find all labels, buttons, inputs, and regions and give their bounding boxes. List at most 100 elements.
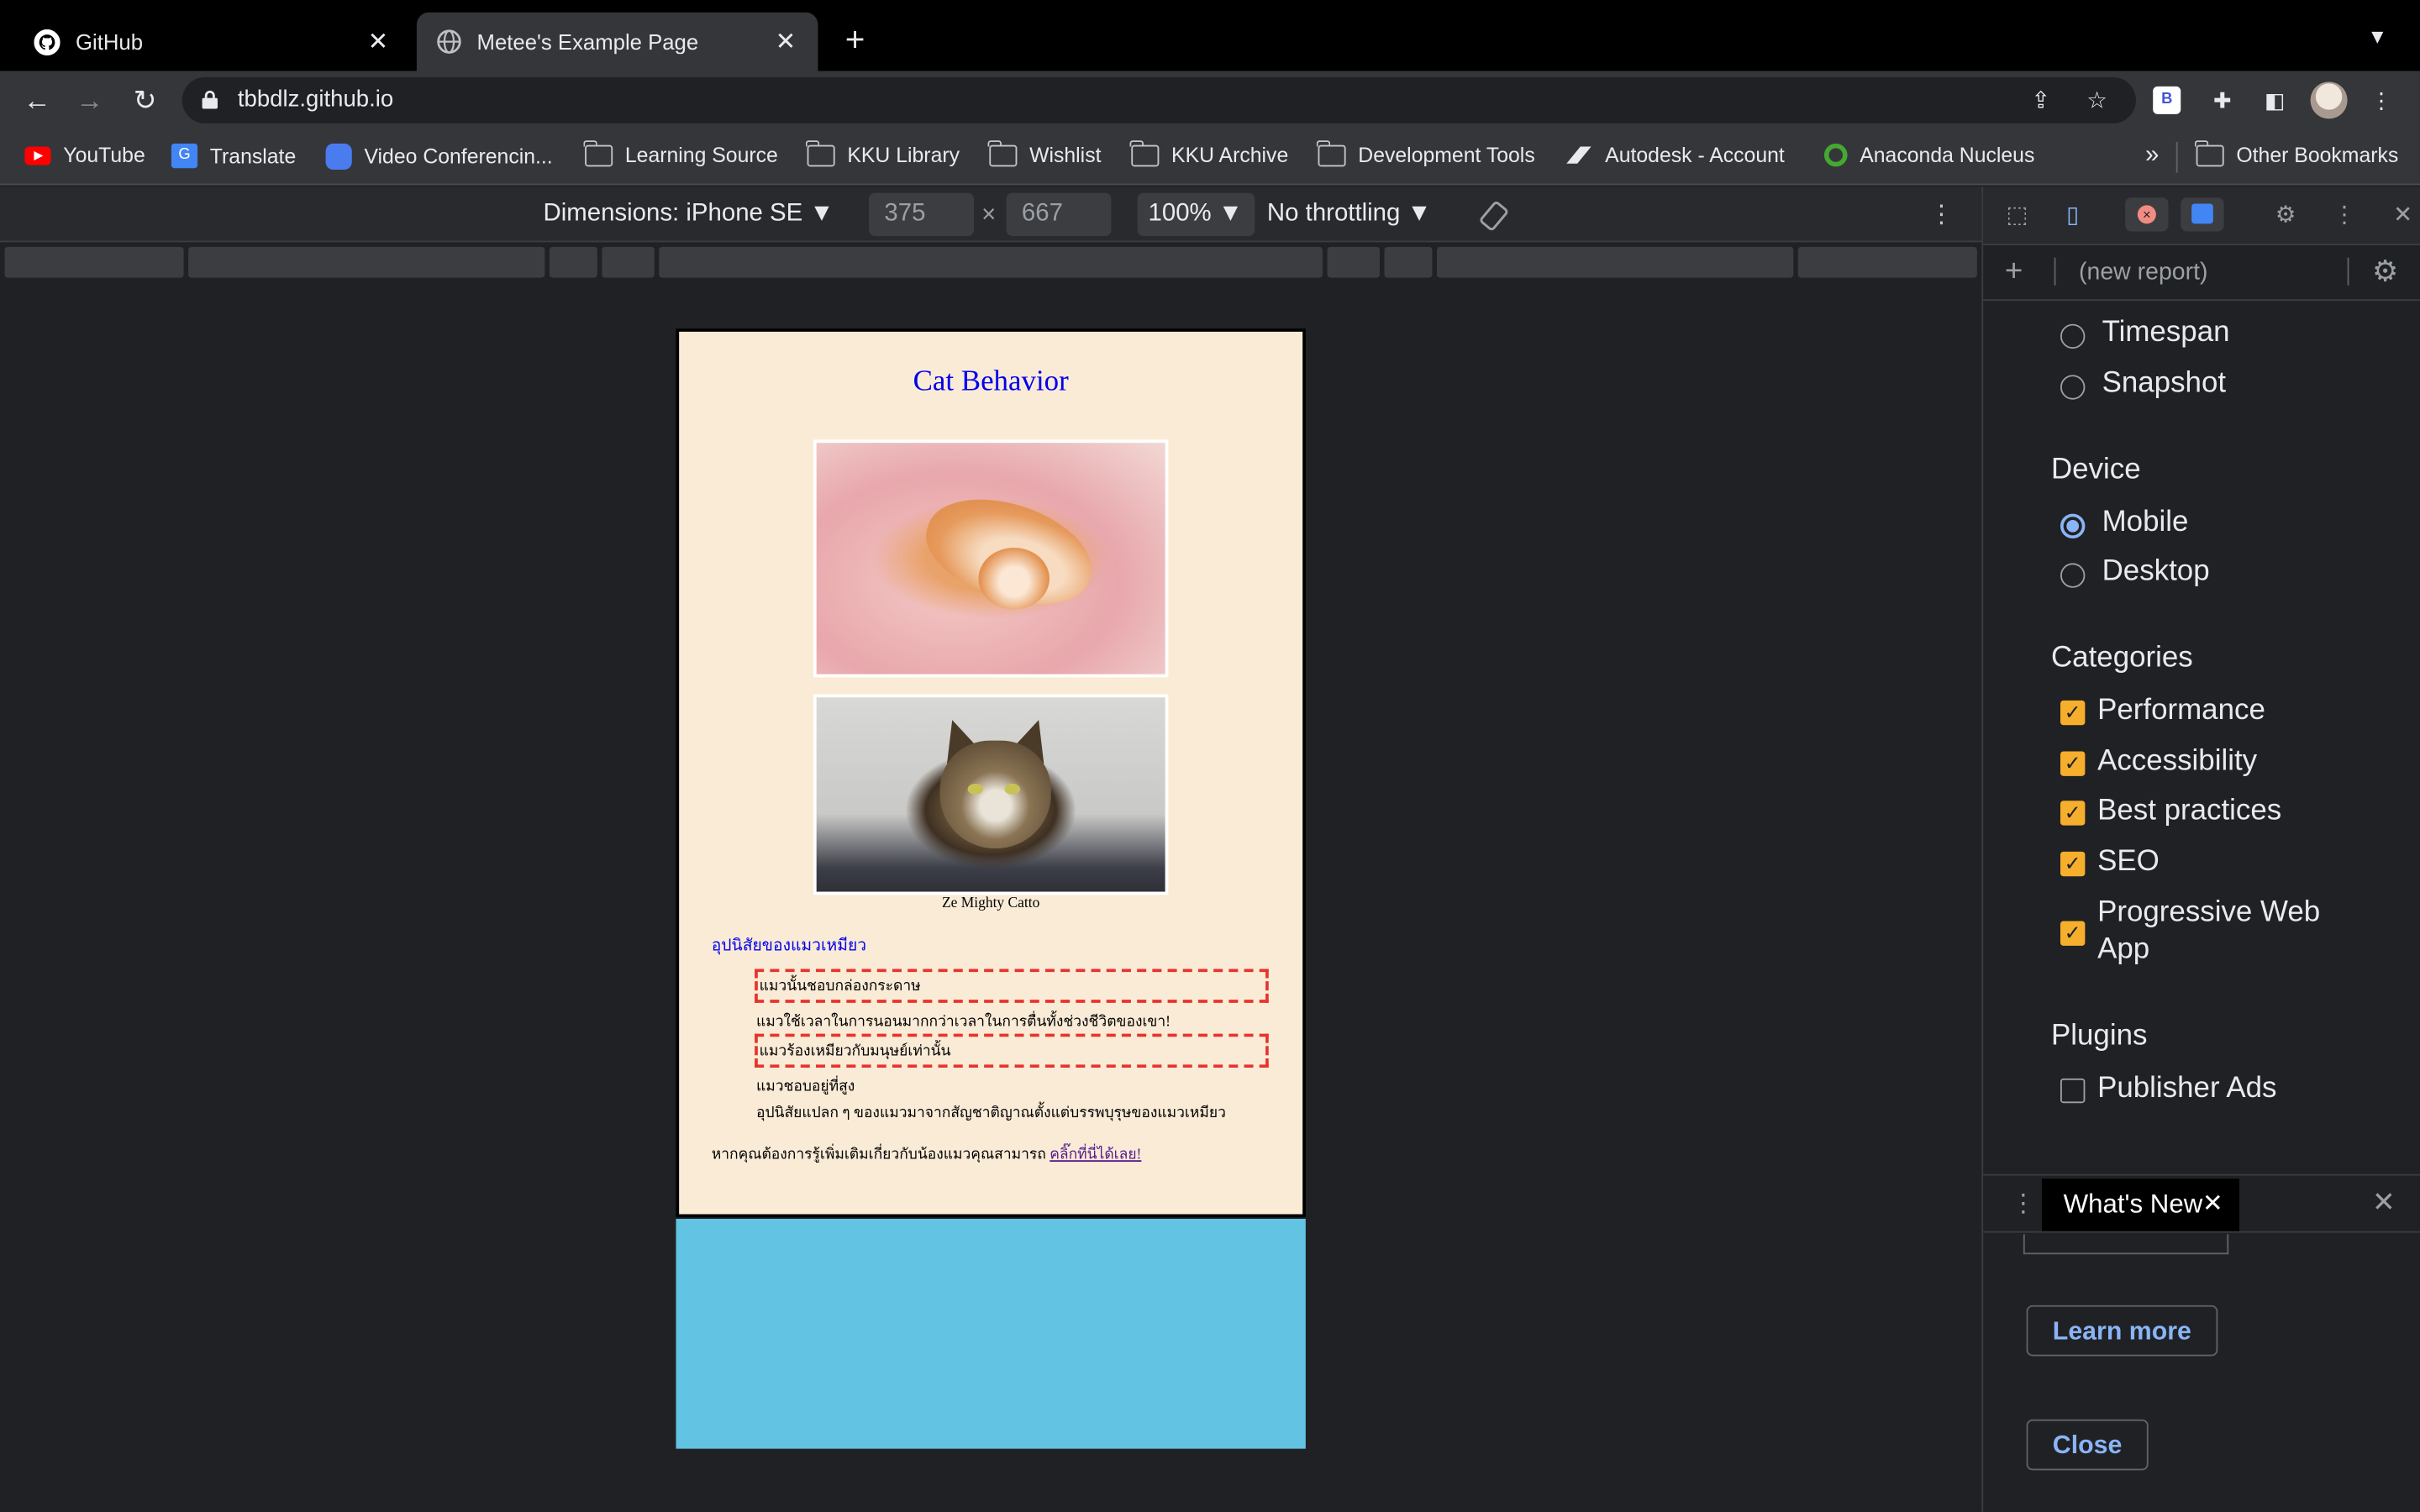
bookmark-kku-archive[interactable]: KKU Archive	[1130, 139, 1289, 167]
settings-gear-icon[interactable]: ⚙	[2270, 201, 2302, 232]
bookmark-youtube[interactable]: YouTube	[24, 144, 145, 166]
drawer-menu-icon[interactable]: ⋮	[2011, 1188, 2035, 1219]
publisher-ads-label: Publisher Ads	[2097, 1072, 2277, 1105]
anaconda-icon	[1823, 143, 1848, 167]
folder-icon	[806, 139, 835, 166]
extensions-puzzle-icon[interactable]: ✚	[2207, 85, 2238, 116]
drawer-input-field[interactable]	[2023, 1234, 2229, 1255]
snapshot-radio[interactable]	[2060, 375, 2086, 400]
caret-down-icon: ▼	[1407, 200, 1432, 227]
media-query-segment[interactable]	[659, 246, 1323, 278]
bookmark-label: KKU Archive	[1171, 143, 1289, 167]
inspect-element-icon[interactable]: ⬚	[2002, 201, 2033, 232]
more-info-link[interactable]: คลิ๊กที่นี่ได้เลย!	[1050, 1148, 1141, 1163]
folder-icon	[988, 139, 1018, 166]
video-icon	[325, 143, 352, 171]
bookmark-wishlist[interactable]: Wishlist	[988, 139, 1101, 166]
media-query-segment[interactable]	[1436, 246, 1794, 278]
bookmark-star-icon[interactable]: ☆	[2086, 87, 2107, 114]
media-query-segment[interactable]	[549, 246, 597, 278]
mobile-radio[interactable]	[2060, 513, 2086, 539]
desktop-radio[interactable]	[2060, 563, 2086, 588]
report-selector[interactable]: (new report)	[2079, 260, 2207, 287]
media-query-segment[interactable]	[4, 246, 184, 278]
cat-eye	[967, 784, 983, 795]
seo-checkbox[interactable]: ✓	[2060, 851, 2086, 877]
chevron-down-icon[interactable]: ▼	[2367, 24, 2387, 48]
bookmark-video-conferencing[interactable]: Video Conferencin...	[325, 143, 553, 171]
tab-github[interactable]: GitHub ✕	[15, 13, 410, 71]
timespan-label: Timespan	[2102, 316, 2230, 349]
device-frame: Cat Behavior Ze Mighty Catto อุปนิสัยของ…	[676, 328, 1306, 1218]
bookmark-label: Autodesk - Account	[1605, 143, 1785, 167]
timespan-radio[interactable]	[2060, 323, 2086, 349]
side-panel-icon[interactable]: ◧	[2260, 85, 2291, 116]
rotate-icon[interactable]	[1479, 201, 1510, 232]
bookmark-autodesk-account[interactable]: Autodesk - Account	[1565, 143, 1785, 167]
media-query-segment[interactable]	[1797, 246, 1977, 278]
blue-block	[676, 1218, 1306, 1449]
whats-new-label: What's New	[2063, 1189, 2203, 1219]
bookmark-learning-source[interactable]: Learning Source	[584, 139, 778, 166]
publisher-ads-checkbox[interactable]	[2060, 1078, 2086, 1104]
bookmark-development-tools[interactable]: Development Tools	[1317, 139, 1535, 167]
tab-metee-example[interactable]: Metee's Example Page ✕	[416, 12, 818, 71]
gear-icon[interactable]: ⚙	[2372, 255, 2398, 290]
device-toggle-icon[interactable]: ▯	[2057, 201, 2088, 232]
close-icon[interactable]: ✕	[364, 26, 392, 57]
accessibility-checkbox[interactable]: ✓	[2060, 751, 2086, 776]
back-icon[interactable]: ←	[18, 81, 55, 118]
errors-badge[interactable]: ×	[2125, 197, 2169, 232]
bookmark-anaconda-nucleus[interactable]: Anaconda Nucleus	[1823, 143, 2034, 167]
other-bookmarks[interactable]: Other Bookmarks	[2195, 139, 2398, 166]
more-options-icon[interactable]: ⋮	[2329, 201, 2360, 232]
add-report-icon[interactable]: +	[2005, 255, 2023, 290]
list-heading: อุปนิสัยของแมวเหมียว	[711, 937, 867, 955]
media-query-segment[interactable]	[1327, 246, 1381, 278]
height-input[interactable]: 667	[1006, 192, 1112, 237]
close-drawer-icon[interactable]: ✕	[2372, 1186, 2396, 1219]
performance-checkbox[interactable]: ✓	[2060, 700, 2086, 726]
folder-icon	[1130, 139, 1160, 166]
pwa-checkbox[interactable]: ✓	[2060, 921, 2086, 946]
close-icon[interactable]: ✕	[2387, 201, 2418, 232]
new-tab-button[interactable]: +	[836, 21, 873, 59]
desktop-label: Desktop	[2102, 555, 2210, 588]
media-query-segment[interactable]	[188, 246, 545, 278]
times-icon: ×	[981, 202, 997, 228]
forward-icon[interactable]: →	[71, 81, 108, 118]
bookmark-label: Development Tools	[1358, 143, 1535, 167]
footer-text: หากคุณต้องการรู้เพิ่มเติมเกี่ยวกับน้องแม…	[711, 1147, 1046, 1163]
media-query-segment[interactable]	[1384, 246, 1433, 278]
more-bookmarks-chevron-icon[interactable]: »	[2145, 142, 2159, 170]
youtube-icon	[24, 145, 51, 165]
more-options-icon[interactable]: ⋮	[1929, 199, 1954, 230]
zoom-dropdown[interactable]: 100% ▼	[1137, 192, 1255, 237]
avatar[interactable]	[2310, 81, 2348, 119]
dimensions-label: Dimensions: iPhone SE	[543, 200, 803, 227]
bookmark-kku-library[interactable]: KKU Library	[806, 139, 960, 166]
learn-more-button[interactable]: Learn more	[2026, 1305, 2218, 1357]
throttling-dropdown[interactable]: No throttling ▼	[1267, 201, 1432, 228]
close-icon[interactable]: ✕	[771, 26, 799, 57]
best-practices-checkbox[interactable]: ✓	[2060, 801, 2086, 826]
url-text: tbbdlz.github.io	[237, 86, 394, 113]
reload-icon[interactable]: ↻	[127, 81, 164, 118]
bookmarks-bar: YouTube G Translate Video Conferencin...…	[0, 129, 2420, 186]
bookmark-translate[interactable]: G Translate	[171, 143, 296, 169]
close-button[interactable]: Close	[2026, 1419, 2149, 1471]
device-dimensions-dropdown[interactable]: Dimensions: iPhone SE ▼	[544, 201, 834, 228]
address-bar[interactable]: tbbdlz.github.io ⇪ ☆	[182, 76, 2136, 123]
kitten-image	[813, 439, 1169, 678]
device-toolbar: Dimensions: iPhone SE ▼ 375 × 667 100% ▼…	[0, 186, 1982, 243]
close-icon[interactable]: ✕	[2202, 1188, 2223, 1219]
browser-menu-icon[interactable]: ⋮	[2366, 85, 2397, 116]
width-input[interactable]: 375	[869, 192, 974, 237]
snapshot-label: Snapshot	[2102, 367, 2227, 400]
messages-badge[interactable]	[2181, 197, 2224, 232]
media-query-segment[interactable]	[602, 246, 655, 278]
share-icon[interactable]: ⇪	[2031, 87, 2050, 114]
extension-b-icon[interactable]: B	[2153, 86, 2181, 114]
accessibility-label: Accessibility	[2097, 745, 2258, 778]
tab-title: GitHub	[75, 29, 144, 55]
